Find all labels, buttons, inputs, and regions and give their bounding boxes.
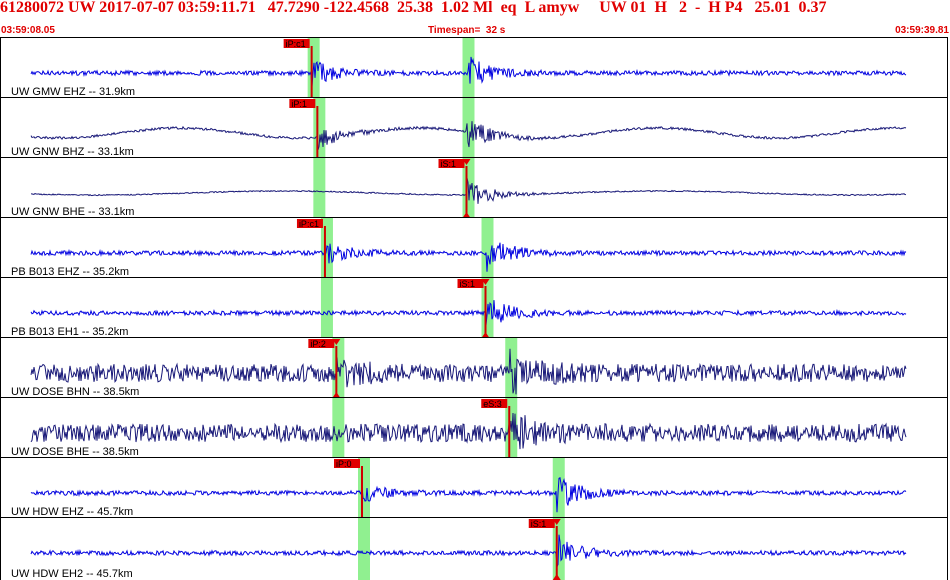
waveform-canvas: eS:3 [30,398,907,458]
channel-panel[interactable]: iP:c1 UW GMW EHZ -- 31.9km [0,37,948,98]
end-time: 03:59:39.81 [895,25,949,36]
waveform-canvas: iP:0 [30,458,907,518]
channel-label: UW HDW EH2 -- 45.7km [11,568,133,580]
pick-window [320,278,333,338]
waveform-trace [30,534,907,567]
channel-panel[interactable]: iS:1 UW HDW EH2 -- 45.7km [0,517,948,580]
waveform-canvas: iS:1 [30,518,907,580]
waveform-canvas: iS:1 [30,278,907,338]
pick-label: eS:3 [483,399,502,409]
start-time: 03:59:08.05 [1,25,55,36]
timespan-label: Timespan= 32 s [428,25,506,36]
waveform-canvas: iP:c1 [30,38,907,98]
waveform-canvas: iP:1 [30,98,907,158]
channel-panel[interactable]: iP:1 UW GNW BHZ -- 33.1km [0,97,948,158]
waveform-trace [30,300,907,326]
seismogram-panels[interactable]: iP:c1 UW GMW EHZ -- 31.9km iP:1 UW GNW BHZ … [0,37,950,580]
channel-panel[interactable]: iP:c1 PB B013 EHZ -- 35.2km [0,217,948,278]
pick-label: iP:c1 [286,39,306,49]
waveform-canvas: iS:1 [31,158,907,218]
channel-panel[interactable]: iS:1 PB B013 EH1 -- 35.2km [0,277,948,338]
channel-panel[interactable]: eS:3 UW DOSE BHE -- 38.5km [0,397,948,458]
waveform-trace [30,242,907,272]
waveform-trace [30,412,907,450]
pick-label: iS:1 [441,159,457,169]
pick-label: iP:2 [310,339,326,349]
event-header: 61280072 UW 2017-07-07 03:59:11.71 47.72… [0,0,950,36]
pick-label: iP:1 [291,99,307,109]
channel-panel[interactable]: iP:0 UW HDW EHZ -- 45.7km [0,457,948,518]
event-summary-title: 61280072 UW 2017-07-07 03:59:11.71 47.72… [0,0,827,16]
waveform-canvas: iP:c1 [30,218,907,278]
waveform-trace [30,348,907,395]
channel-panel[interactable]: iS:1 UW GNW BHE -- 33.1km [0,157,948,218]
pick-window [358,518,370,580]
channel-panel[interactable]: iP:2 UW DOSE BHN -- 38.5km [0,337,948,398]
pick-label: iS:1 [531,519,547,529]
pick-label: iP:c1 [299,219,319,229]
waveform-trace [30,477,907,513]
pick-label: iS:1 [460,279,476,289]
waveform-canvas: iP:2 [30,338,907,398]
pick-label: iP:0 [336,459,352,469]
pick-window [313,158,326,218]
